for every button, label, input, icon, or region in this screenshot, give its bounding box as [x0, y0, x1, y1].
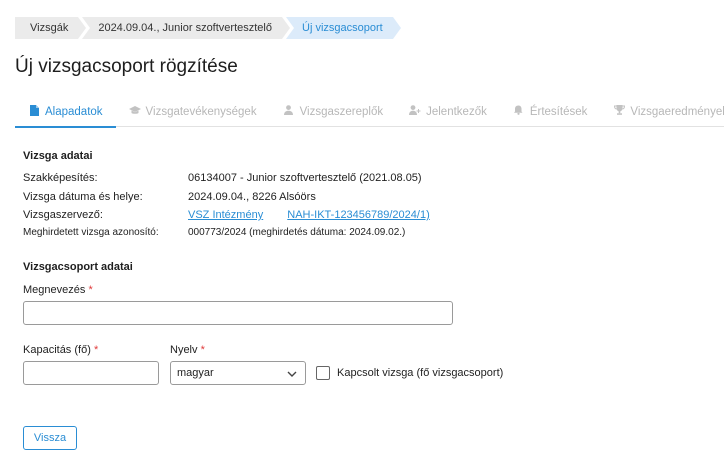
announced-row: Meghirdetett vizsga azonosító: 000773/20… [23, 227, 405, 238]
qualification-row: Szakképesítés: 06134007 - Junior szoftve… [23, 172, 422, 184]
tab-label: Vizsgaeredmények [630, 105, 724, 118]
chevron-down-icon [287, 369, 297, 381]
tab-label: Vizsgaszereplők [299, 105, 384, 118]
organizer-row: Vizsgaszervező: VSZ Intézmény NAH-IKT-12… [23, 209, 430, 221]
person-icon [283, 105, 295, 118]
qualification-label: Szakképesítés: [23, 172, 98, 184]
tab-exam-participants[interactable]: Vizsgaszereplők [270, 96, 397, 127]
linked-exam-label: Kapcsolt vizsga (fő vizsgacsoport) [337, 367, 504, 379]
required-mark: * [93, 344, 99, 356]
language-label: Nyelv * [170, 344, 205, 356]
linked-exam-checkbox[interactable] [316, 366, 330, 380]
tab-label: Alapadatok [45, 105, 103, 118]
tab-bar: Alapadatok Vizsgatevékenységek Vizsgasze… [15, 96, 724, 128]
date-place-value: 2024.09.04., 8226 Alsóörs [188, 191, 316, 203]
capacity-input[interactable] [23, 361, 159, 385]
language-value: magyar [177, 367, 214, 379]
breadcrumb: Vizsgák 2024.09.04., Junior szoftvertesz… [15, 17, 401, 39]
tab-label: Vizsgatevékenységek [145, 105, 257, 118]
page-title: Új vizsgacsoport rögzítése [15, 56, 238, 77]
tab-exam-results[interactable]: Vizsgaeredmények [600, 96, 724, 127]
name-input[interactable] [23, 301, 453, 325]
tab-applicants[interactable]: Jelentkezők [396, 96, 500, 127]
qualification-value: 06134007 - Junior szoftvertesztelő (2021… [188, 172, 422, 184]
required-mark: * [88, 284, 93, 296]
exam-data-title: Vizsga adatai [23, 150, 93, 162]
tab-notifications[interactable]: Értesítések [500, 96, 601, 127]
organizer-label: Vizsgaszervező: [23, 209, 103, 221]
bell-icon [513, 105, 525, 118]
organizer-id-link[interactable]: NAH-IKT-123456789/2024/1) [287, 209, 429, 221]
trophy-icon [613, 105, 625, 118]
group-data-title: Vizsgacsoport adatai [23, 261, 133, 273]
breadcrumb-item-exams[interactable]: Vizsgák [15, 17, 87, 39]
name-label: Megnevezés * [23, 284, 93, 296]
document-icon [28, 104, 40, 119]
date-place-label: Vizsga dátuma és helye: [23, 191, 143, 203]
back-button[interactable]: Vissza [23, 426, 77, 450]
tab-exam-activities[interactable]: Vizsgatevékenységek [116, 96, 270, 127]
breadcrumb-item-exam[interactable]: 2024.09.04., Junior szoftvertesztelő [82, 17, 290, 39]
person-add-icon [409, 105, 421, 118]
breadcrumb-item-current: Új vizsgacsoport [286, 17, 401, 39]
date-place-row: Vizsga dátuma és helye: 2024.09.04., 822… [23, 191, 316, 203]
graduation-cap-icon [128, 105, 141, 118]
announced-label: Meghirdetett vizsga azonosító: [23, 227, 159, 238]
required-mark: * [200, 344, 205, 356]
capacity-label: Kapacitás (fő) * [23, 344, 99, 356]
organizer-link[interactable]: VSZ Intézmény [188, 209, 263, 221]
tab-basic-data[interactable]: Alapadatok [15, 96, 116, 128]
language-select[interactable]: magyar [170, 361, 306, 385]
tab-label: Jelentkezők [426, 105, 487, 118]
tab-label: Értesítések [529, 105, 588, 118]
announced-value: 000773/2024 (meghirdetés dátuma: 2024.09… [188, 227, 406, 238]
